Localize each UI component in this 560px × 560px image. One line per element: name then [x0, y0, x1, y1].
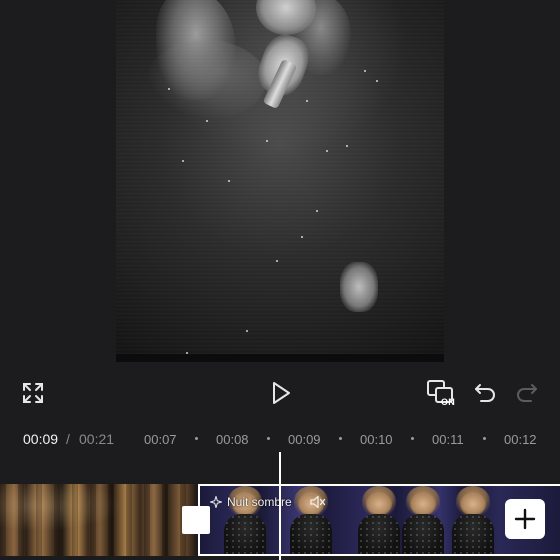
clip-thumbnail-frame: [446, 486, 500, 554]
ruler-tick-label: 00:10: [360, 432, 393, 447]
redo-button[interactable]: [512, 378, 542, 408]
ruler-dot: [483, 437, 486, 440]
playhead[interactable]: [279, 452, 281, 560]
fullscreen-icon: [23, 383, 43, 403]
clip-thumbnail-frames: [0, 484, 196, 556]
keyframe-toggle-button[interactable]: ON: [424, 376, 460, 412]
keyframe-on-badge: ON: [441, 397, 456, 407]
sparkle-icon: [210, 496, 222, 508]
play-button[interactable]: [266, 378, 296, 408]
clip-trim-handle[interactable]: [182, 506, 210, 534]
fullscreen-button[interactable]: [18, 378, 48, 408]
clip-effect-name: Nuit sombre: [227, 495, 292, 509]
ruler-tick-label: 00:12: [504, 432, 537, 447]
undo-icon: [475, 384, 495, 402]
preview-scanlines: [116, 0, 444, 362]
preview-bottom-edge: [116, 354, 444, 362]
mute-icon[interactable]: [310, 495, 326, 509]
ruler-dot: [339, 437, 342, 440]
timecode-separator: /: [66, 431, 70, 447]
ruler-dot: [195, 437, 198, 440]
video-preview-area: [0, 0, 560, 370]
current-timecode: 00:09: [23, 431, 59, 447]
video-preview-frame[interactable]: [116, 0, 444, 362]
ruler-tick-label: 00:11: [432, 432, 464, 447]
ruler-dot: [267, 437, 270, 440]
ruler-tick-label: 00:08: [216, 432, 249, 447]
playback-control-bar: ON: [0, 372, 560, 414]
clip-thumbnail-frame: [396, 486, 450, 554]
plus-icon: [514, 508, 536, 530]
timeline-ruler[interactable]: 00:09 / 00:21 00:07 00:08 00:09 00:10 00…: [0, 424, 560, 452]
video-clip-previous[interactable]: [0, 484, 196, 556]
redo-icon: [517, 384, 537, 402]
ruler-tick-label: 00:07: [144, 432, 177, 447]
play-icon: [273, 382, 290, 404]
ruler-dot: [411, 437, 414, 440]
undo-button[interactable]: [470, 378, 500, 408]
total-duration: 00:21: [79, 431, 115, 447]
ruler-tick-label: 00:09: [288, 432, 321, 447]
add-clip-button[interactable]: [505, 499, 545, 539]
